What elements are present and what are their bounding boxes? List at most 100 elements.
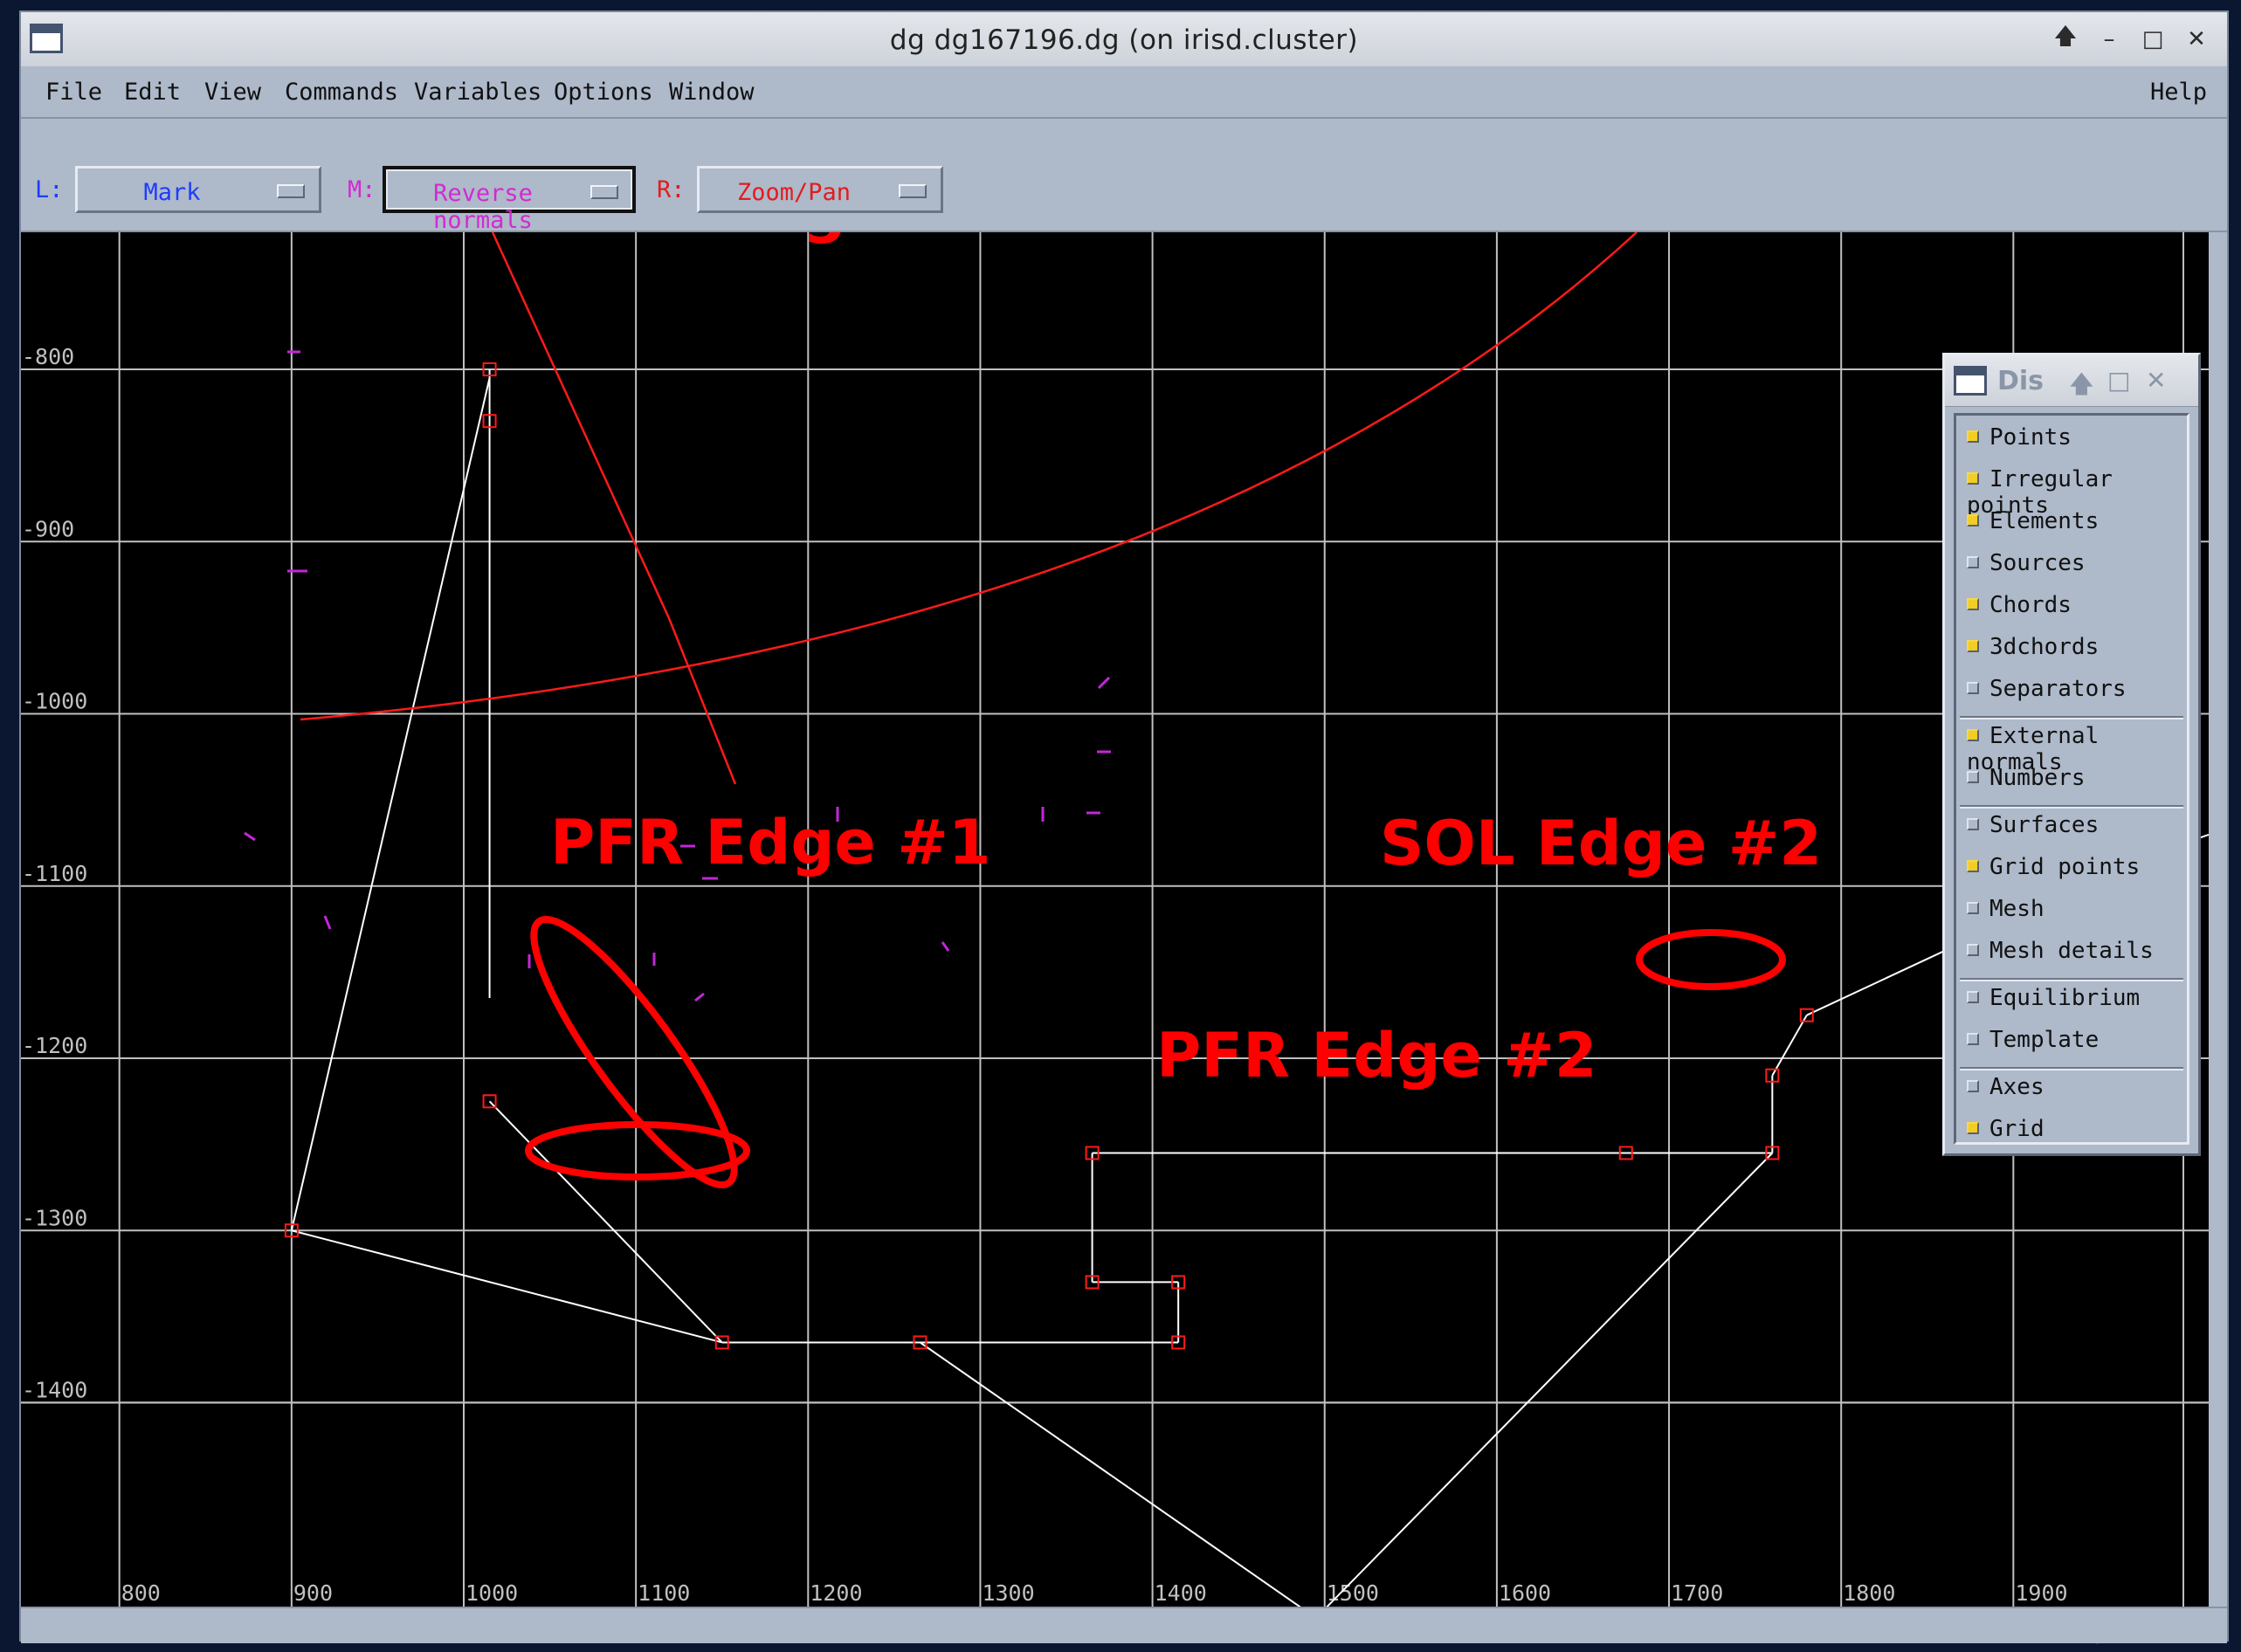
display-list-separator: [1960, 716, 2183, 719]
left-button-label: L:: [35, 176, 64, 203]
display-toggle-label: 3dchords: [1989, 634, 2100, 660]
menu-view[interactable]: View: [204, 79, 261, 106]
display-toggle-mesh-details[interactable]: Mesh details: [1967, 938, 2154, 964]
x-tick-label: 1900: [2015, 1580, 2067, 1606]
annotation-sol1: SOL Edge #1: [561, 232, 1003, 245]
toggle-on-indicator: [1967, 472, 1979, 485]
status-bar: [21, 1607, 2227, 1643]
display-toggle-sources[interactable]: Sources: [1967, 550, 2086, 576]
geometry-points: [284, 362, 1814, 1626]
toggle-off-indicator: [1967, 1033, 1979, 1045]
menu-commands[interactable]: Commands: [285, 79, 398, 106]
display-toggle-separators[interactable]: Separators: [1967, 676, 2127, 702]
display-panel-close-icon[interactable]: ✕: [2146, 366, 2166, 395]
left-button-mode-dropdown[interactable]: Mark: [75, 166, 321, 213]
x-tick-label: 1300: [982, 1580, 1034, 1606]
display-toggle-label: Grid: [1989, 1116, 2044, 1142]
display-toggle-label: Surfaces: [1989, 812, 2100, 838]
menu-options[interactable]: Options: [554, 79, 653, 106]
display-panel-title-bar[interactable]: Dis 🡅 □ ✕: [1945, 355, 2198, 407]
display-toggle-label: Axes: [1989, 1074, 2044, 1100]
axis-tick-labels: 800 900 1000 1100 1200 1300 1400 1500 1600 1700 18…: [22, 344, 2068, 1606]
display-toggle-surfaces[interactable]: Surfaces: [1967, 812, 2099, 838]
display-toggle-elements[interactable]: Elements: [1967, 508, 2099, 534]
display-toggle-template[interactable]: Template: [1967, 1027, 2099, 1053]
title-bar[interactable]: dg dg167196.dg (on irisd.cluster) 🡅 – □ …: [21, 12, 2227, 67]
separatrix-lines: [300, 231, 1638, 785]
display-toggle-label: Numbers: [1989, 765, 2086, 791]
x-tick-label: 1800: [1843, 1580, 1895, 1606]
y-tick-label: -1200: [22, 1033, 87, 1058]
geometry-plot[interactable]: 800 900 1000 1100 1200 1300 1400 1500 1600 1700 18…: [21, 88, 2210, 1626]
display-panel-keep-above-icon[interactable]: 🡅: [2069, 366, 2094, 408]
display-list-separator: [1960, 805, 2183, 809]
dropdown-arrow-icon: [590, 185, 618, 199]
display-list-separator: [1960, 1067, 2183, 1070]
display-toggle-label: Elements: [1989, 508, 2100, 534]
menu-file[interactable]: File: [45, 79, 102, 106]
edge-annotations: SOL Edge #1 PFR Edge #1 SOL Edge #2 PFR Edg…: [265, 88, 1822, 1188]
geometry-canvas[interactable]: 800 900 1000 1100 1200 1300 1400 1500 1600 1700 18…: [21, 88, 2210, 1626]
display-toggle-grid-points[interactable]: Grid points: [1967, 854, 2140, 880]
minimize-button[interactable]: –: [2087, 24, 2131, 54]
dropdown-arrow-icon: [899, 184, 927, 198]
display-panel-title: Dis: [1997, 366, 2044, 396]
wall-segment: [290, 377, 491, 1231]
display-toggle-label: Chords: [1989, 592, 2072, 618]
normal-tick: [323, 915, 332, 930]
menu-variables[interactable]: Variables: [414, 79, 541, 106]
x-tick-label: 1000: [465, 1580, 518, 1606]
annotation-sol2: SOL Edge #2: [1380, 808, 1822, 879]
toggle-on-indicator: [1967, 514, 1979, 527]
display-toggle-chords[interactable]: Chords: [1967, 592, 2072, 618]
dropdown-arrow-icon: [277, 184, 305, 198]
display-toggle-equilibrium[interactable]: Equilibrium: [1967, 985, 2140, 1011]
middle-button-mode-value: Reverse normals: [433, 180, 533, 234]
display-toggle-axes[interactable]: Axes: [1967, 1074, 2044, 1100]
pfr-edge-2-ellipse: [525, 1121, 750, 1180]
close-button[interactable]: ✕: [2175, 24, 2218, 54]
keep-above-button[interactable]: 🡅: [2044, 24, 2087, 54]
maximize-button[interactable]: □: [2131, 24, 2175, 54]
display-toggle-label: Sources: [1989, 550, 2086, 576]
display-toggle-3dchords[interactable]: 3dchords: [1967, 634, 2099, 660]
y-tick-label: -1300: [22, 1205, 87, 1230]
middle-button-mode-dropdown[interactable]: Reverse normals: [383, 166, 636, 234]
grid-lines: [21, 232, 2209, 1607]
sol-edge-2-ellipse: [1636, 929, 1786, 990]
display-toggle-points[interactable]: Points: [1967, 424, 2072, 451]
x-tick-label: 1400: [1155, 1580, 1207, 1606]
toggle-off-indicator: [1967, 556, 1979, 568]
toggle-on-indicator: [1967, 640, 1979, 652]
x-tick-label: 1700: [1671, 1580, 1723, 1606]
display-toggle-numbers[interactable]: Numbers: [1967, 765, 2086, 791]
toggle-on-indicator: [1967, 860, 1979, 872]
y-tick-label: -900: [22, 516, 74, 541]
menu-help[interactable]: Help: [2150, 79, 2207, 106]
right-button-mode-dropdown[interactable]: Zoom/Pan: [697, 166, 943, 213]
display-toggle-label: Points: [1989, 424, 2072, 451]
display-panel-maximize-icon[interactable]: □: [2107, 366, 2130, 395]
display-toggle-label: Mesh: [1989, 896, 2044, 922]
menu-window[interactable]: Window: [669, 79, 755, 106]
display-toggle-grid[interactable]: Grid: [1967, 1116, 2044, 1142]
wall-segment: [488, 1100, 723, 1344]
display-panel-window-icon[interactable]: [1954, 366, 1987, 396]
display-toggle-mesh[interactable]: Mesh: [1967, 896, 2044, 922]
display-toggle-list: Points Irregular points Elements Sources Cho…: [1954, 413, 2189, 1145]
x-tick-label: 900: [293, 1580, 333, 1606]
window-controls: 🡅 – □ ✕: [2044, 24, 2218, 54]
x-tick-label: 1500: [1327, 1580, 1379, 1606]
middle-button-label: M:: [348, 176, 376, 203]
x-tick-label: 1100: [638, 1580, 690, 1606]
toggle-on-indicator: [1967, 598, 1979, 610]
right-button-label: R:: [657, 176, 686, 203]
separatrix-arc: [300, 231, 1638, 721]
toggle-on-indicator: [1967, 1122, 1979, 1134]
menu-edit[interactable]: Edit: [124, 79, 181, 106]
display-list-separator: [1960, 978, 2183, 981]
display-toggle-label: Equilibrium: [1989, 985, 2141, 1011]
y-tick-label: -800: [22, 344, 74, 369]
annotation-pfr2: PFR Edge #2: [1156, 1020, 1597, 1091]
toggle-on-indicator: [1967, 430, 1979, 443]
